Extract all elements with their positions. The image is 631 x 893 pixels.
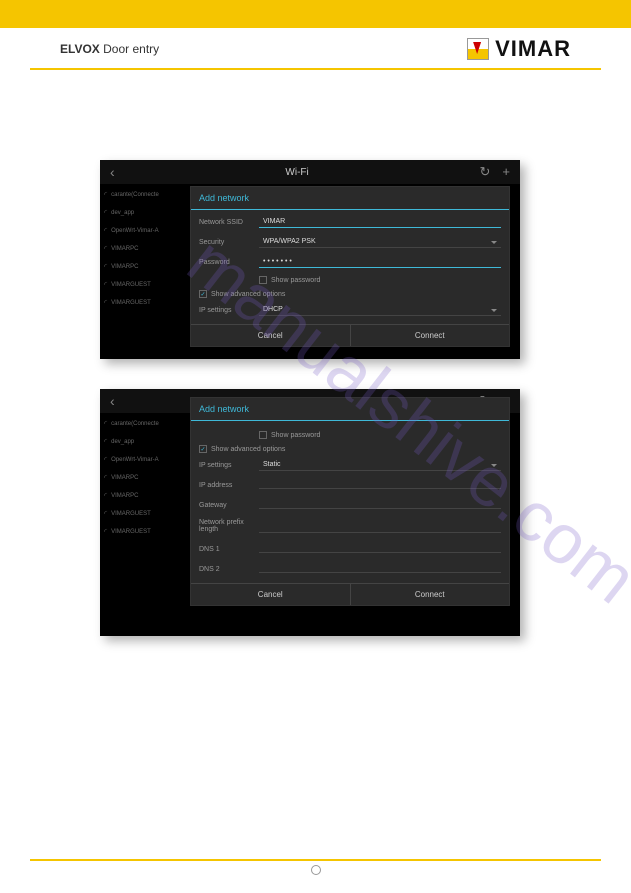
list-item[interactable]: ◜carante(Connecte — [104, 419, 186, 428]
gateway-input[interactable] — [259, 499, 501, 509]
gateway-label: Gateway — [199, 502, 259, 509]
wifi-lock-icon: ◜ — [104, 298, 107, 307]
list-item[interactable]: ◜VIMARPC — [104, 473, 186, 482]
ip-settings-label: IP settings — [199, 307, 259, 314]
content-area: ‹ Wi-Fi ↻ + ◜carante(Connecte ◜dev_app ◜… — [0, 70, 631, 676]
wifi-lock-icon: ◜ — [104, 491, 107, 500]
company-name: VIMAR — [495, 36, 571, 62]
password-input[interactable]: • • • • • • • — [259, 256, 501, 268]
cancel-button[interactable]: Cancel — [191, 584, 351, 605]
wifi-icon: ◜ — [104, 437, 107, 446]
list-item[interactable]: ◜VIMARPC — [104, 244, 186, 253]
page-header: ELVOX Door entry VIMAR — [30, 28, 601, 70]
prefix-length-input[interactable] — [259, 523, 501, 533]
list-item[interactable]: ◜VIMARGUEST — [104, 527, 186, 536]
connect-button[interactable]: Connect — [351, 584, 510, 605]
wifi-list-2: ◜carante(Connecte ◜dev_app ◜OpenWrt-Vima… — [100, 413, 190, 626]
refresh-icon[interactable]: ↻ — [480, 164, 491, 180]
device-screen-1: ‹ Wi-Fi ↻ + ◜carante(Connecte ◜dev_app ◜… — [100, 160, 520, 359]
ip-address-label: IP address — [199, 482, 259, 489]
device-screen-2: ‹ ↻ + ◜carante(Connecte ◜dev_app ◜OpenWr… — [100, 389, 520, 636]
list-item[interactable]: ◜VIMARGUEST — [104, 509, 186, 518]
header-left: ELVOX Door entry — [60, 42, 159, 56]
wifi-icon: ◜ — [104, 419, 107, 428]
back-icon[interactable]: ‹ — [110, 393, 115, 409]
list-item[interactable]: ◜VIMARGUEST — [104, 298, 186, 307]
dns1-input[interactable] — [259, 543, 501, 553]
cancel-button[interactable]: Cancel — [191, 325, 351, 346]
connect-button[interactable]: Connect — [351, 325, 510, 346]
vimar-logo-icon — [467, 38, 489, 60]
security-select[interactable]: WPA/WPA2 PSK — [259, 236, 501, 248]
ip-settings-select[interactable]: Static — [259, 459, 501, 471]
wifi-icon: ◜ — [104, 190, 107, 199]
checkbox-checked-icon: ✓ — [199, 290, 207, 298]
checkbox-icon — [259, 276, 267, 284]
wifi-list-1: ◜carante(Connecte ◜dev_app ◜OpenWrt-Vima… — [100, 184, 190, 349]
screen-title: Wi-Fi — [285, 167, 308, 178]
show-password-check[interactable]: Show password — [259, 276, 501, 284]
list-item[interactable]: ◜OpenWrt-Vimar-A — [104, 455, 186, 464]
dns1-label: DNS 1 — [199, 546, 259, 553]
prefix-length-label: Network prefix length — [199, 519, 259, 533]
show-advanced-check[interactable]: ✓ Show advanced options — [199, 445, 501, 453]
wifi-icon: ◜ — [104, 208, 107, 217]
page-circle-icon — [311, 865, 321, 875]
bottom-gold-bar — [30, 859, 601, 861]
wifi-lock-icon: ◜ — [104, 280, 107, 289]
wifi-lock-icon: ◜ — [104, 473, 107, 482]
header-right: VIMAR — [467, 36, 571, 62]
wifi-lock-icon: ◜ — [104, 244, 107, 253]
top-gold-bar — [0, 0, 631, 28]
device-topbar-1: ‹ Wi-Fi ↻ + — [100, 160, 520, 184]
chevron-down-icon — [491, 464, 497, 467]
list-item[interactable]: ◜carante(Connecte — [104, 190, 186, 199]
ssid-label: Network SSID — [199, 219, 259, 226]
wifi-lock-icon: ◜ — [104, 226, 107, 235]
chevron-down-icon — [491, 241, 497, 244]
ssid-input[interactable]: VIMAR — [259, 216, 501, 228]
wifi-lock-icon: ◜ — [104, 527, 107, 536]
add-icon[interactable]: + — [502, 164, 510, 180]
brand-name: ELVOX — [60, 42, 100, 56]
ip-settings-select[interactable]: DHCP — [259, 304, 501, 316]
back-icon[interactable]: ‹ — [110, 164, 115, 180]
show-advanced-check[interactable]: ✓ Show advanced options — [199, 290, 501, 298]
wifi-lock-icon: ◜ — [104, 455, 107, 464]
list-item[interactable]: ◜VIMARPC — [104, 262, 186, 271]
dns2-input[interactable] — [259, 563, 501, 573]
security-label: Security — [199, 239, 259, 246]
checkbox-icon — [259, 431, 267, 439]
password-label: Password — [199, 259, 259, 266]
chevron-down-icon — [491, 309, 497, 312]
list-item[interactable]: ◜VIMARPC — [104, 491, 186, 500]
list-item[interactable]: ◜dev_app — [104, 437, 186, 446]
checkbox-checked-icon: ✓ — [199, 445, 207, 453]
wifi-lock-icon: ◜ — [104, 262, 107, 271]
dialog-title: Add network — [191, 398, 509, 421]
dialog-title: Add network — [191, 187, 509, 210]
show-password-check[interactable]: Show password — [259, 431, 501, 439]
list-item[interactable]: ◜OpenWrt-Vimar-A — [104, 226, 186, 235]
list-item[interactable]: ◜dev_app — [104, 208, 186, 217]
product-name: Door entry — [103, 42, 159, 56]
wifi-lock-icon: ◜ — [104, 509, 107, 518]
ip-address-input[interactable] — [259, 479, 501, 489]
dns2-label: DNS 2 — [199, 566, 259, 573]
add-network-dialog-1: Add network Network SSID VIMAR Security … — [190, 186, 510, 347]
ip-settings-label: IP settings — [199, 462, 259, 469]
add-network-dialog-2: Add network Show password ✓ Show advance… — [190, 397, 510, 606]
list-item[interactable]: ◜VIMARGUEST — [104, 280, 186, 289]
